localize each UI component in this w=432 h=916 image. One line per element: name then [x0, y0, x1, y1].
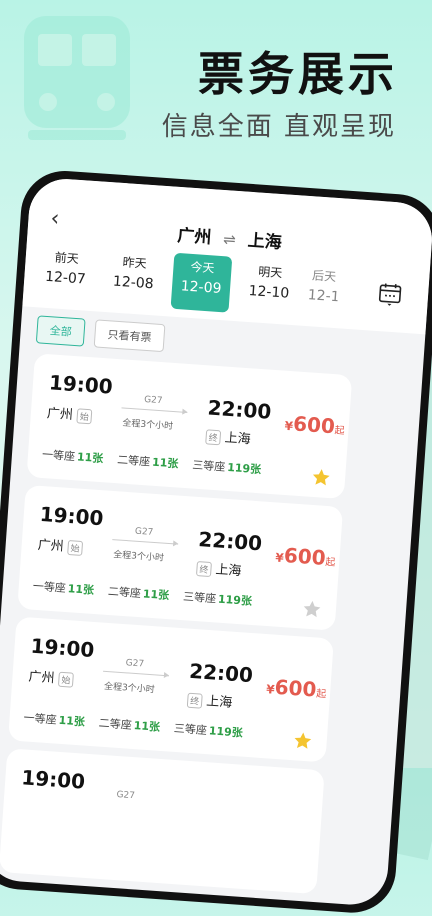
seat-availability: 一等座11张 二等座11张 三等座119张 [32, 578, 252, 609]
hero-title: 票务展示 [198, 38, 398, 104]
arrival-station: 终上海 [196, 557, 242, 579]
end-tag: 终 [187, 693, 203, 709]
filter-bar: 全部 只看有票 [36, 315, 166, 352]
train-number: G27 [125, 658, 144, 669]
hero-subtitle: 信息全面 直观呈现 [162, 106, 396, 143]
trip-duration: 全程3个小时 [113, 547, 165, 564]
departure-time: 19:00 [30, 634, 95, 662]
route-arrow-icon [121, 407, 187, 413]
date-item-selected[interactable]: 今天 12-09 [171, 253, 233, 313]
departure-time: 19:00 [39, 502, 104, 530]
arrival-time: 22:00 [188, 659, 253, 687]
departure-time: 19:00 [21, 765, 86, 793]
route-arrow-icon [112, 539, 178, 545]
star-icon[interactable] [301, 598, 322, 619]
seat-class: 三等座119张 [183, 588, 253, 609]
arrival-time: 22:00 [198, 527, 263, 555]
seat-class: 一等座11张 [42, 446, 104, 466]
seat-availability: 一等座11张 二等座11张 三等座119张 [23, 709, 243, 740]
date-item[interactable]: 昨天 12-08 [103, 248, 165, 306]
price: ¥600起 [275, 543, 337, 571]
departure-station: 广州始 [37, 534, 83, 556]
filter-all-chip[interactable]: 全部 [36, 315, 86, 346]
arrival-station: 终上海 [187, 689, 233, 711]
date-item[interactable]: 后天 12-11 [306, 262, 340, 318]
start-tag: 始 [76, 408, 92, 424]
trip-duration: 全程3个小时 [104, 679, 156, 696]
phone-mockup: ‹ 广州⇌上海 前天 12-07 昨天 12-08 今天 12-09 明天 [0, 168, 432, 916]
star-icon[interactable] [292, 730, 313, 751]
arrival-station: 终上海 [205, 425, 251, 447]
seat-class: 三等座119张 [173, 720, 243, 741]
train-icon [18, 12, 136, 142]
train-card[interactable]: 19:00 广州始 G27 全程3个小时 22:00 终上海 ¥600起 一等座… [17, 485, 343, 631]
top-bar: ‹ 广州⇌上海 前天 12-07 昨天 12-08 今天 12-09 明天 [22, 177, 432, 335]
departure-station: 广州始 [46, 402, 92, 424]
route-arrow-icon [103, 671, 169, 677]
train-number: G27 [144, 395, 163, 406]
date-item[interactable]: 前天 12-07 [35, 243, 97, 301]
arrival-time: 22:00 [207, 395, 272, 423]
price: ¥600起 [266, 674, 328, 702]
seat-class: 三等座119张 [192, 456, 262, 477]
seat-class: 二等座11张 [117, 451, 179, 471]
star-icon[interactable] [310, 467, 331, 488]
to-city: 上海 [247, 231, 282, 253]
seat-availability: 一等座11张 二等座11张 三等座119张 [42, 446, 262, 477]
from-city: 广州 [177, 226, 212, 248]
seat-class: 二等座11张 [98, 715, 160, 735]
seat-class: 二等座11张 [107, 583, 169, 603]
start-tag: 始 [67, 540, 83, 556]
end-tag: 终 [196, 561, 212, 577]
seat-class: 一等座11张 [32, 578, 94, 598]
trip-duration: 全程3个小时 [122, 416, 174, 433]
train-card[interactable]: 19:00 G27 [0, 748, 325, 894]
departure-time: 19:00 [48, 370, 113, 398]
train-card[interactable]: 19:00 广州始 G27 全程3个小时 22:00 终上海 ¥600起 一等座… [8, 617, 334, 763]
date-item[interactable]: 明天 12-10 [239, 257, 301, 315]
filter-available-chip[interactable]: 只看有票 [94, 319, 166, 352]
start-tag: 始 [58, 672, 74, 688]
seat-class: 一等座11张 [23, 709, 85, 729]
price: ¥600起 [284, 411, 346, 439]
train-number: G27 [135, 527, 154, 538]
end-tag: 终 [205, 429, 221, 445]
swap-icon[interactable]: ⇌ [223, 230, 237, 249]
phone-screen: ‹ 广州⇌上海 前天 12-07 昨天 12-08 今天 12-09 明天 [0, 177, 432, 907]
calendar-icon[interactable] [377, 281, 403, 307]
departure-station: 广州始 [28, 666, 74, 688]
train-number: G27 [116, 790, 135, 801]
train-card[interactable]: 19:00 广州始 G27 全程3个小时 22:00 终上海 ¥600起 一等座… [26, 353, 352, 499]
